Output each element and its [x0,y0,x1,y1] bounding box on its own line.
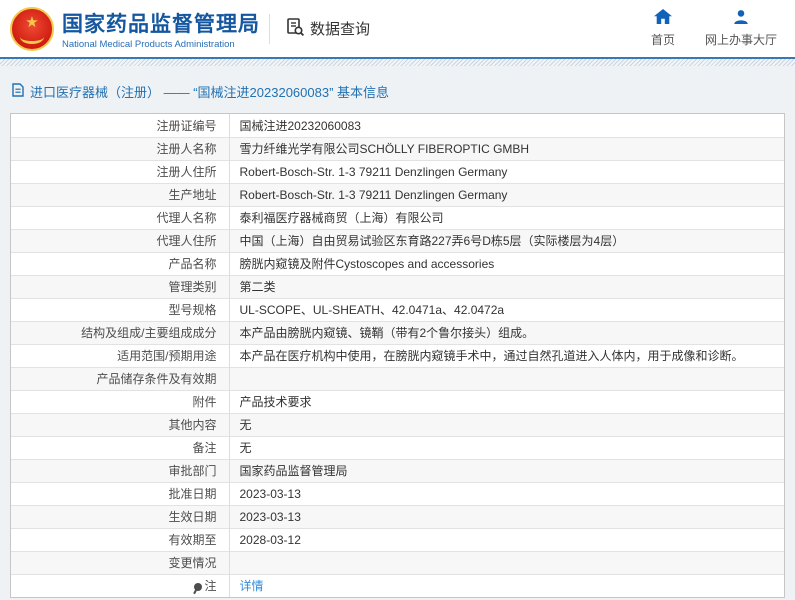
row-value: 2028-03-12 [229,527,784,551]
row-value: UL-SCOPE、UL-SHEATH、42.0471a、42.0472a [229,297,784,321]
table-row: 结构及组成/主要组成成分 本产品由膀胱内窥镜、镜鞘（带有2个鲁尔接头）组成。 [11,320,784,344]
hatch-strip [0,59,795,66]
row-value: 国械注进20232060083 [239,118,361,133]
national-emblem-icon: ★ [10,6,54,51]
row-value: 2023-03-13 [229,504,784,528]
content: 进口医疗器械（注册） —— “国械注进20232060083” 基本信息 注册证… [0,66,795,600]
breadcrumb: 进口医疗器械（注册） —— “国械注进20232060083” 基本信息 [10,66,785,113]
top-nav: 首页 网上办事大厅 [651,9,783,48]
row-label: 结构及组成/主要组成成分 [11,320,230,344]
table-row: 批准日期 2023-03-13 [11,481,784,505]
row-label: 产品储存条件及有效期 [11,366,230,390]
table-row: 其他内容 无 [11,412,784,436]
table-row: 注 详情 [11,573,784,597]
row-label: 附件 [11,389,230,413]
table-row: 审批部门 国家药品监督管理局 [11,458,784,482]
row-label: 注册人名称 [11,136,230,160]
table-row: 型号规格 UL-SCOPE、UL-SHEATH、42.0471a、42.0472… [11,297,784,321]
row-label: 产品名称 [11,251,230,275]
row-value: 国家药品监督管理局 [229,458,784,482]
table-row: 注册证编号 国械注进20232060083 [11,114,784,137]
row-label: 批准日期 [11,481,230,505]
row-value: 中国（上海）自由贸易试验区东育路227弄6号D栋5层（实际楼层为4层） [229,228,784,252]
table-row: 适用范围/预期用途 本产品在医疗机构中使用，在膀胱内窥镜手术中，通过自然孔道进入… [11,343,784,367]
document-icon [12,83,24,100]
row-value: 无 [229,435,784,459]
row-value: 膀胱内窥镜及附件Cystoscopes and accessories [229,251,784,275]
table-row: 生效日期 2023-03-13 [11,504,784,528]
row-label: 注 [11,573,230,597]
table-row: 备注 无 [11,435,784,459]
table-row: 生产地址 Robert-Bosch-Str. 1-3 79211 Denzlin… [11,182,784,206]
row-label: 其他内容 [11,412,230,436]
nav-home[interactable]: 首页 [651,9,675,48]
table-row: 注册人住所 Robert-Bosch-Str. 1-3 79211 Denzli… [11,159,784,183]
site-subtitle: National Medical Products Administration [62,38,235,50]
nav-service-hall[interactable]: 网上办事大厅 [705,9,777,48]
row-value: 雪力纤维光学有限公司SCHÖLLY FIBEROPTIC GMBH [229,136,784,160]
row-value: 产品技术要求 [229,389,784,413]
info-table: 注册证编号 国械注进20232060083 注册人名称 雪力纤维光学有限公司SC… [10,113,785,598]
row-value [229,550,784,574]
row-label: 代理人名称 [11,205,230,229]
table-row: 代理人住所 中国（上海）自由贸易试验区东育路227弄6号D栋5层（实际楼层为4层… [11,228,784,252]
note-pin-icon [194,583,203,592]
site-title: 国家药品监督管理局 [62,12,260,36]
table-row: 代理人名称 泰利福医疗器械商贸（上海）有限公司 [11,205,784,229]
brand-text: 国家药品监督管理局 National Medical Products Admi… [62,8,260,50]
table-row: 注册人名称 雪力纤维光学有限公司SCHÖLLY FIBEROPTIC GMBH [11,136,784,160]
row-label: 备注 [11,435,230,459]
emblem-star-icon: ★ [25,13,39,31]
row-value: 无 [229,412,784,436]
doc-search-icon [285,17,305,41]
row-label: 审批部门 [11,458,230,482]
breadcrumb-text: 进口医疗器械（注册） —— “国械注进20232060083” 基本信息 [30,85,390,100]
table-row: 有效期至 2028-03-12 [11,527,784,551]
row-value: Robert-Bosch-Str. 1-3 79211 Denzlingen G… [229,182,784,206]
table-row: 附件 产品技术要求 [11,389,784,413]
row-label: 生效日期 [11,504,230,528]
row-label: 型号规格 [11,297,230,321]
home-icon [653,9,672,28]
row-value: 本产品由膀胱内窥镜、镜鞘（带有2个鲁尔接头）组成。 [229,320,784,344]
table-row: 产品名称 膀胱内窥镜及附件Cystoscopes and accessories [11,251,784,275]
row-value: 第二类 [229,274,784,298]
site-header: ★ 国家药品监督管理局 National Medical Products Ad… [0,0,795,57]
row-value: 泰利福医疗器械商贸（上海）有限公司 [229,205,784,229]
row-value: 详情 [229,573,784,597]
row-value: Robert-Bosch-Str. 1-3 79211 Denzlingen G… [229,159,784,183]
table-row: 产品储存条件及有效期 [11,366,784,390]
row-label: 变更情况 [11,550,230,574]
row-label: 注册证编号 [11,114,230,137]
row-label: 有效期至 [11,527,230,551]
row-value: 本产品在医疗机构中使用，在膀胱内窥镜手术中，通过自然孔道进入人体内，用于成像和诊… [229,343,784,367]
nav-service-hall-label: 网上办事大厅 [704,33,777,47]
table-row: 变更情况 [11,550,784,574]
site-logo[interactable]: ★ 国家药品监督管理局 National Medical Products Ad… [10,6,260,51]
header-divider [269,13,270,44]
row-label: 生产地址 [11,182,230,206]
data-query-label: 数据查询 [310,21,371,38]
row-label: 注册人住所 [11,159,230,183]
nav-home-label: 首页 [650,33,675,47]
user-icon [733,9,749,28]
row-label: 适用范围/预期用途 [11,343,230,367]
row-label: 管理类别 [11,274,230,298]
row-label: 代理人住所 [11,228,230,252]
row-value [229,366,784,390]
data-query-button[interactable]: 数据查询 [285,17,370,41]
row-value: 2023-03-13 [229,481,784,505]
detail-link[interactable]: 详情 [240,579,264,593]
info-table-body: 注册证编号 国械注进20232060083 注册人名称 雪力纤维光学有限公司SC… [11,114,784,597]
table-row: 管理类别 第二类 [11,274,784,298]
